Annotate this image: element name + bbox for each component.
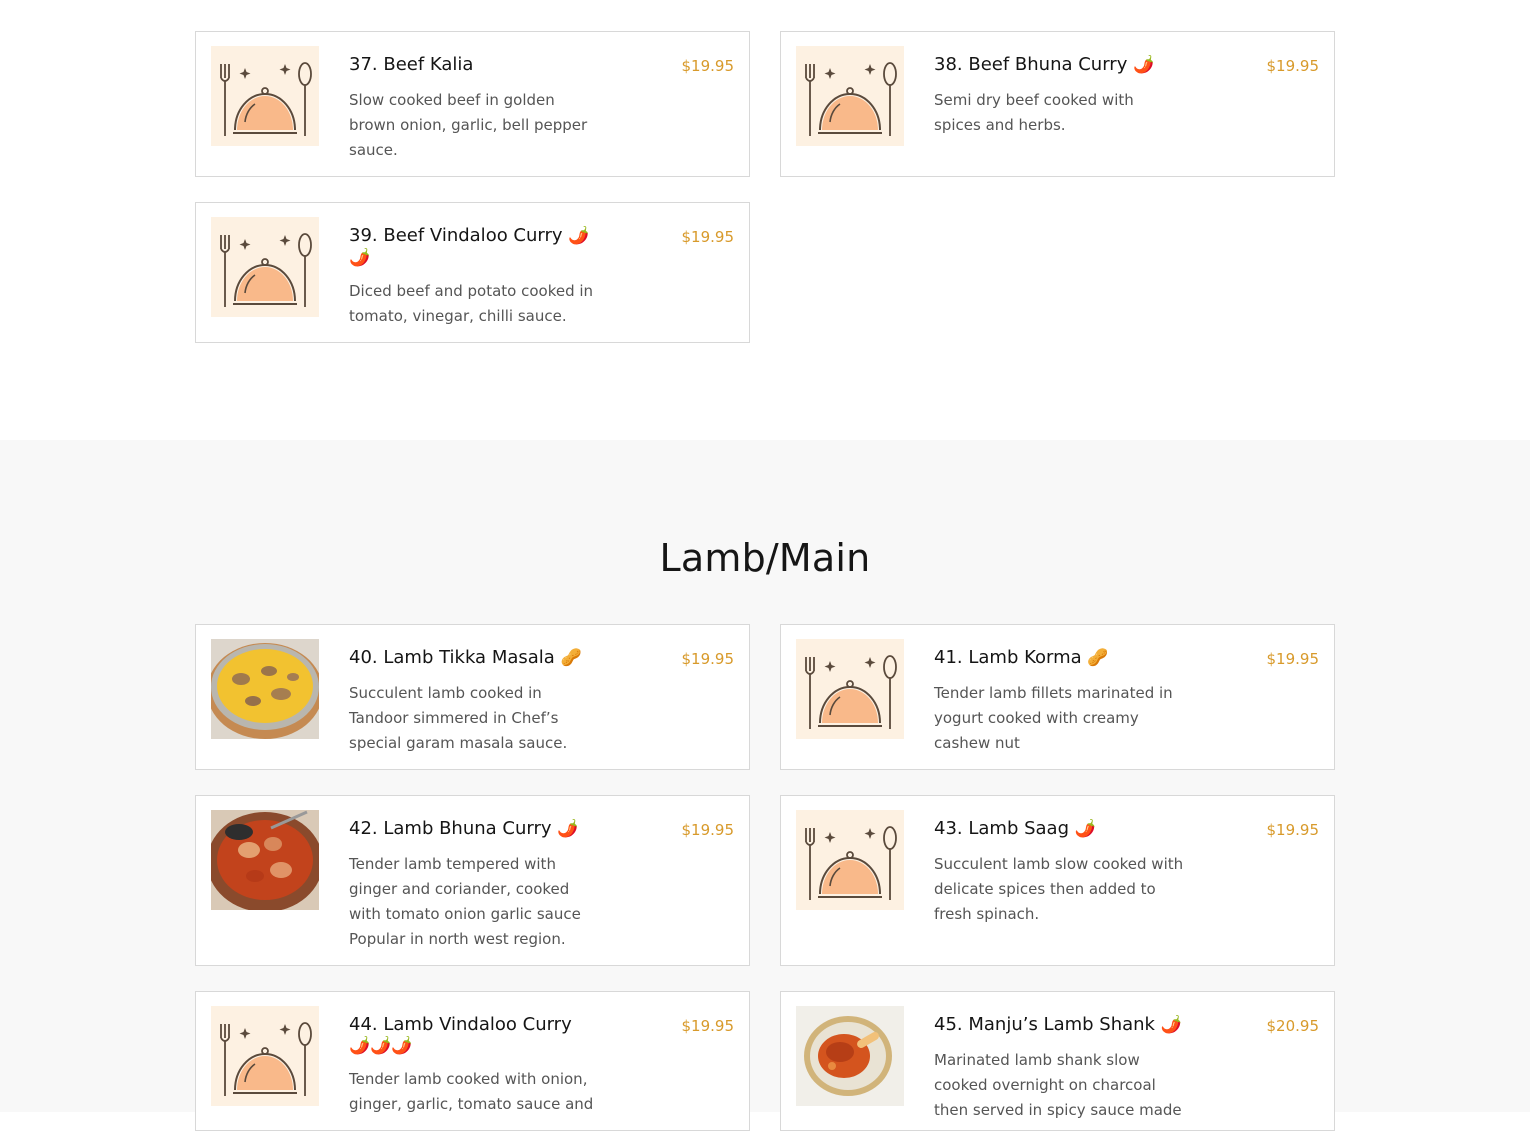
chili-icon: 🌶️ [557,819,579,839]
menu-item-description: Slow cooked beef in golden brown onion, … [349,91,588,159]
menu-item-card-37[interactable]: 37. Beef Kalia $19.95 Slow cooked beef i… [195,31,750,177]
menu-item-name: 44. Lamb Vindaloo Curry 🌶️🌶️🌶️ [349,1014,572,1056]
menu-item-card-41[interactable]: 41. Lamb Korma 🥜 $19.95 Tender lamb fill… [780,624,1335,770]
section-title-lamb: Lamb/Main [659,536,871,580]
placeholder-dish-icon [211,46,319,146]
menu-item-card-39[interactable]: 39. Beef Vindaloo Curry 🌶️ 🌶️ $19.95 Dic… [195,202,750,343]
chili-icon: 🌶️ [1160,1015,1182,1035]
nut-icon: 🥜 [1087,648,1109,668]
menu-item-name: 45. Manju’s Lamb Shank 🌶️ [934,1014,1182,1035]
menu-item-card-45[interactable]: 45. Manju’s Lamb Shank 🌶️ $20.95 Marinat… [780,991,1335,1131]
menu-item-price: $19.95 [681,821,735,839]
placeholder-dish-icon [211,1006,319,1106]
lamb-tikka-masala-photo [211,639,319,739]
menu-item-name: 38. Beef Bhuna Curry 🌶️ [934,54,1155,75]
placeholder-dish-icon [796,46,904,146]
menu-item-price: $19.95 [681,57,735,75]
chili-icon: 🌶️ [1133,55,1155,75]
menu-item-name: 37. Beef Kalia [349,54,474,75]
menu-item-price: $19.95 [681,650,735,668]
placeholder-dish-icon [211,217,319,317]
menu-item-description: Succulent lamb slow cooked with delicate… [934,855,1184,923]
menu-item-name: 41. Lamb Korma 🥜 [934,647,1109,668]
menu-item-description: Tender lamb tempered with ginger and cor… [349,855,581,948]
menu-item-card-38[interactable]: 38. Beef Bhuna Curry 🌶️ $19.95 Semi dry … [780,31,1335,177]
menu-item-name: 43. Lamb Saag 🌶️ [934,818,1096,839]
menu-item-price: $19.95 [681,228,735,246]
menu-item-card-42[interactable]: 42. Lamb Bhuna Curry 🌶️ $19.95 Tender la… [195,795,750,966]
menu-item-price: $19.95 [1266,650,1320,668]
menu-item-description: Diced beef and potato cooked in tomato, … [349,282,594,325]
menu-item-description: Succulent lamb cooked in Tandoor simmere… [349,684,568,752]
menu-item-description: Tender lamb fillets marinated in yogurt … [934,684,1173,752]
lamb-bhuna-curry-photo [211,810,319,910]
chili-icon: 🌶️🌶️🌶️ [349,1036,413,1056]
menu-item-name: 39. Beef Vindaloo Curry 🌶️ 🌶️ [349,225,590,268]
menu-item-price: $20.95 [1266,1017,1320,1035]
menu-item-price: $19.95 [1266,57,1320,75]
menu-item-card-44[interactable]: 44. Lamb Vindaloo Curry 🌶️🌶️🌶️ $19.95 Te… [195,991,750,1131]
placeholder-dish-icon [796,639,904,739]
menu-item-price: $19.95 [1266,821,1320,839]
placeholder-dish-icon [796,810,904,910]
menu-item-card-43[interactable]: 43. Lamb Saag 🌶️ $19.95 Succulent lamb s… [780,795,1335,966]
chili-icon: 🌶️ [1074,819,1096,839]
menu-item-description: Semi dry beef cooked with spices and her… [934,91,1134,134]
nut-icon: 🥜 [560,648,582,668]
menu-item-name: 42. Lamb Bhuna Curry 🌶️ [349,818,579,839]
menu-item-description: Tender lamb cooked with onion, ginger, g… [349,1070,594,1113]
menu-item-name: 40. Lamb Tikka Masala 🥜 [349,647,582,668]
menu-item-price: $19.95 [681,1017,735,1035]
menu-item-card-40[interactable]: 40. Lamb Tikka Masala 🥜 $19.95 Succulent… [195,624,750,770]
lamb-shank-photo [796,1006,904,1106]
